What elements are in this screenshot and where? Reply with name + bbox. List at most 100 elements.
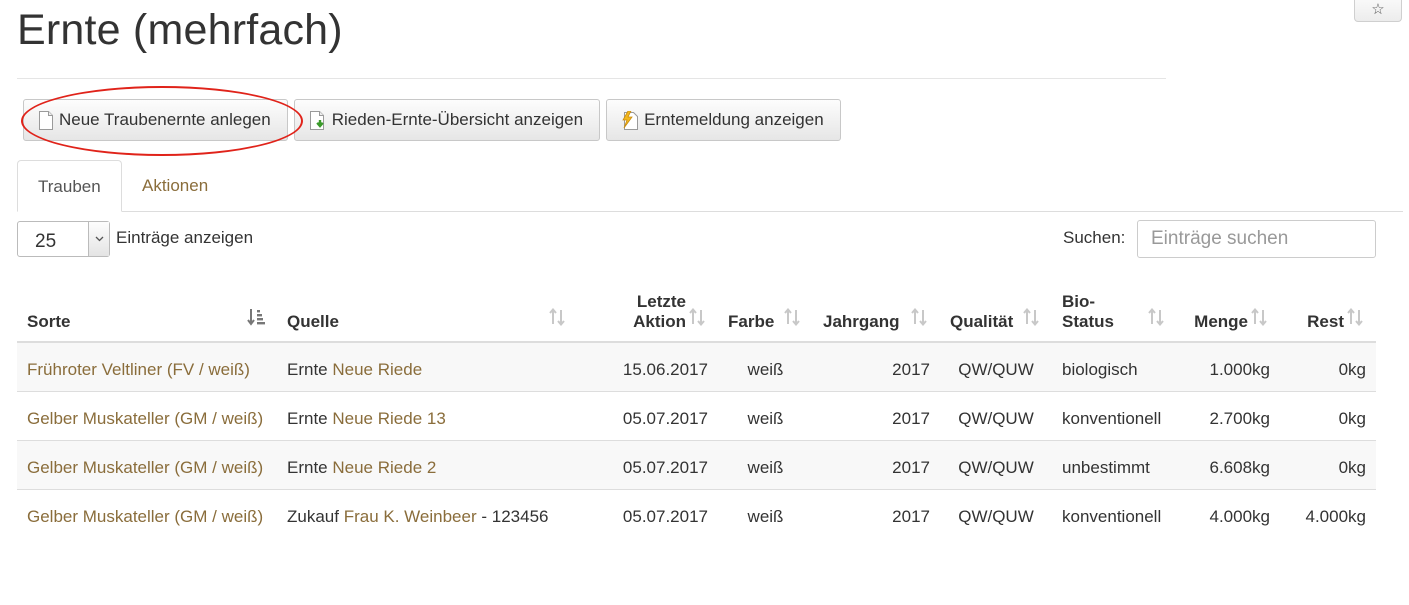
header-bio-status-line2: Status: [1062, 312, 1114, 331]
quelle-prefix: Ernte: [287, 458, 328, 477]
header-quelle-label: Quelle: [287, 312, 339, 331]
search-input[interactable]: [1137, 220, 1376, 258]
table-row: Gelber Muskateller (GM / weiß) Ernte Neu…: [17, 391, 1376, 441]
qualitaet-cell: QW/QUW: [940, 489, 1052, 538]
menge-cell: 1.000kg: [1177, 341, 1280, 392]
rest-cell: 0kg: [1280, 391, 1376, 441]
page-length-label: Einträge anzeigen: [116, 228, 254, 247]
tab-trauben[interactable]: Trauben: [17, 160, 122, 212]
menge-cell: 6.608kg: [1177, 440, 1280, 490]
header-farbe[interactable]: Farbe: [718, 280, 813, 343]
bio-status-cell: biologisch: [1052, 341, 1177, 392]
header-letzte-aktion[interactable]: Letzte Aktion: [578, 280, 718, 343]
header-bio-status-line1: Bio-: [1062, 292, 1096, 311]
page-lightning-icon: [622, 110, 639, 130]
farbe-cell: weiß: [718, 341, 813, 392]
page-length-control: 25 Einträge anzeigen: [17, 221, 253, 257]
letzte-aktion-cell: 05.07.2017: [578, 440, 718, 490]
sort-both-icon: [1250, 307, 1268, 331]
header-quelle[interactable]: Quelle: [277, 280, 578, 343]
table-row: Gelber Muskateller (GM / weiß) Zukauf Fr…: [17, 489, 1376, 538]
header-jahrgang[interactable]: Jahrgang: [813, 280, 940, 343]
title-divider: [17, 78, 1166, 79]
menge-cell: 4.000kg: [1177, 489, 1280, 538]
header-menge-label: Menge: [1194, 312, 1248, 331]
header-sorte[interactable]: Sorte: [17, 280, 277, 343]
jahrgang-cell: 2017: [813, 440, 940, 490]
farbe-cell: weiß: [718, 440, 813, 490]
star-icon: ☆: [1371, 0, 1385, 18]
header-qualitaet-label: Qualität: [950, 312, 1014, 331]
grape-harvest-table: Sorte Quelle Letzte Aktion Farbe Jahrgang…: [17, 280, 1376, 538]
page-length-value: 25: [35, 231, 57, 252]
chevron-down-icon: [88, 222, 109, 256]
bio-status-cell: unbestimmt: [1052, 440, 1177, 490]
header-letzte-aktion-line2: Aktion: [633, 312, 686, 331]
tab-aktionen[interactable]: Aktionen: [122, 160, 228, 211]
farbe-cell: weiß: [718, 391, 813, 441]
sort-both-icon: [688, 307, 706, 331]
new-grape-harvest-label: Neue Traubenernte anlegen: [59, 110, 271, 129]
quelle-prefix: Ernte: [287, 360, 328, 379]
rest-cell: 0kg: [1280, 341, 1376, 392]
header-letzte-aktion-line1: Letzte: [636, 292, 686, 311]
quelle-prefix: Ernte: [287, 409, 328, 428]
quelle-link[interactable]: Neue Riede 2: [332, 458, 436, 477]
favorite-button[interactable]: ☆: [1354, 0, 1402, 22]
sort-both-icon: [1147, 307, 1165, 331]
header-sorte-label: Sorte: [27, 312, 71, 331]
rest-cell: 0kg: [1280, 440, 1376, 490]
table-body: Frühroter Veltliner (FV / weiß) Ernte Ne…: [17, 341, 1376, 538]
quelle-link[interactable]: Frau K. Weinbeer: [344, 507, 477, 526]
blank-page-icon: [39, 110, 53, 130]
rest-cell: 4.000kg: [1280, 489, 1376, 538]
header-qualitaet[interactable]: Qualität: [940, 280, 1052, 343]
tab-bar: Trauben Aktionen: [17, 160, 1403, 212]
sort-descending-icon: [247, 308, 265, 331]
qualitaet-cell: QW/QUW: [940, 341, 1052, 392]
header-menge[interactable]: Menge: [1177, 280, 1280, 343]
header-bio-status[interactable]: Bio- Status: [1052, 280, 1177, 343]
header-rest[interactable]: Rest: [1280, 280, 1376, 343]
vineyard-harvest-overview-button[interactable]: Rieden-Ernte-Übersicht anzeigen: [293, 99, 601, 141]
quelle-link[interactable]: Neue Riede 13: [332, 409, 445, 428]
sorte-link[interactable]: Frühroter Veltliner (FV / weiß): [27, 360, 250, 379]
vineyard-harvest-overview-label: Rieden-Ernte-Übersicht anzeigen: [331, 110, 584, 129]
header-jahrgang-label: Jahrgang: [823, 312, 900, 331]
sort-both-icon: [910, 307, 928, 331]
jahrgang-cell: 2017: [813, 489, 940, 538]
qualitaet-cell: QW/QUW: [940, 440, 1052, 490]
sort-both-icon: [1022, 307, 1040, 331]
page-title: Ernte (mehrfach): [17, 6, 343, 54]
sort-both-icon: [1346, 307, 1364, 331]
jahrgang-cell: 2017: [813, 341, 940, 392]
qualitaet-cell: QW/QUW: [940, 391, 1052, 441]
header-rest-label: Rest: [1307, 312, 1344, 331]
page-length-select[interactable]: 25: [17, 221, 110, 257]
new-grape-harvest-button[interactable]: Neue Traubenernte anlegen: [23, 99, 288, 141]
sort-both-icon: [783, 307, 801, 331]
table-row: Frühroter Veltliner (FV / weiß) Ernte Ne…: [17, 341, 1376, 392]
search-label: Suchen:: [1063, 228, 1126, 247]
table-header-row: Sorte Quelle Letzte Aktion Farbe Jahrgang…: [17, 280, 1376, 343]
quelle-prefix: Zukauf: [287, 507, 339, 526]
harvest-report-label: Erntemeldung anzeigen: [644, 110, 824, 129]
bio-status-cell: konventionell: [1052, 489, 1177, 538]
table-row: Gelber Muskateller (GM / weiß) Ernte Neu…: [17, 440, 1376, 490]
quelle-link[interactable]: Neue Riede: [332, 360, 422, 379]
sorte-link[interactable]: Gelber Muskateller (GM / weiß): [27, 458, 263, 477]
page-download-icon: [309, 110, 324, 130]
sorte-link[interactable]: Gelber Muskateller (GM / weiß): [27, 507, 263, 526]
action-toolbar: Neue Traubenernte anlegen Rieden-Ernte-Ü…: [23, 99, 841, 141]
sort-both-icon: [548, 307, 566, 331]
sorte-link[interactable]: Gelber Muskateller (GM / weiß): [27, 409, 263, 428]
letzte-aktion-cell: 05.07.2017: [578, 489, 718, 538]
quelle-suffix: - 123456: [481, 507, 549, 526]
farbe-cell: weiß: [718, 489, 813, 538]
bio-status-cell: konventionell: [1052, 391, 1177, 441]
letzte-aktion-cell: 05.07.2017: [578, 391, 718, 441]
header-farbe-label: Farbe: [728, 312, 775, 331]
menge-cell: 2.700kg: [1177, 391, 1280, 441]
harvest-report-button[interactable]: Erntemeldung anzeigen: [606, 99, 841, 141]
letzte-aktion-cell: 15.06.2017: [578, 341, 718, 392]
